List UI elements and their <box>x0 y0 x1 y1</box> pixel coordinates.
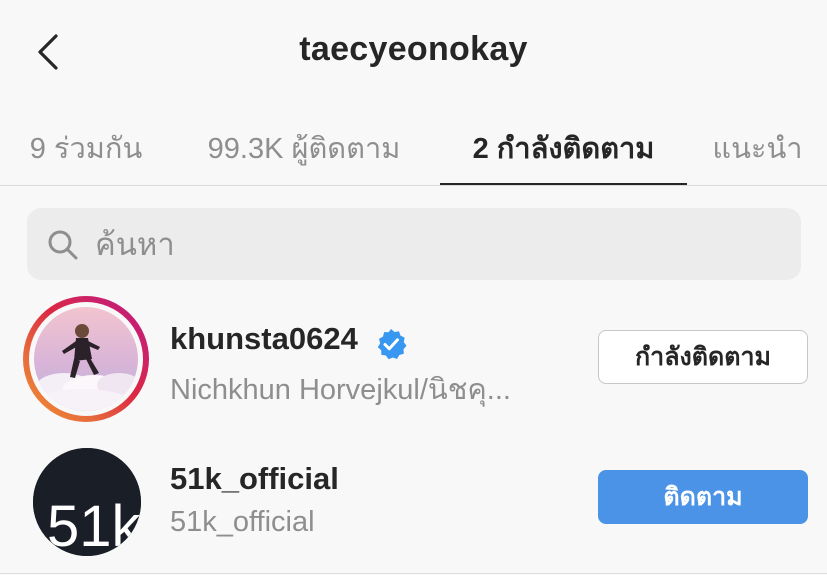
tab-bar: 9 ร่วมกัน 99.3K ผู้ติดตาม 2 กำลังติดตาม … <box>0 105 827 186</box>
tab-following[interactable]: 2 กำลังติดตาม <box>440 125 687 185</box>
avatar-logo-text: 51k <box>47 494 141 556</box>
account-username[interactable]: 51k_official <box>170 461 339 497</box>
following-list-item[interactable]: khunsta0624 Nichkhun Horvejkul/นิชคุ... … <box>0 290 827 422</box>
verified-badge-icon <box>377 329 407 360</box>
profile-photo-image <box>34 307 138 411</box>
follow-button[interactable]: ติดตาม <box>598 470 808 524</box>
divider <box>0 573 827 574</box>
tab-mutual[interactable]: 9 ร่วมกัน <box>25 125 147 185</box>
account-username[interactable]: khunsta0624 <box>170 321 358 357</box>
following-list-item[interactable]: 51k 51k_official 51k_official ติดตาม <box>0 440 827 570</box>
brand-logo-image: 51k <box>33 448 141 556</box>
tab-followers[interactable]: 99.3K ผู้ติดตาม <box>195 125 413 185</box>
search-bar[interactable] <box>27 208 801 280</box>
following-button[interactable]: กำลังติดตาม <box>598 330 808 384</box>
tab-suggested[interactable]: แนะนำ <box>710 125 805 185</box>
top-navigation-bar: taecyeonokay <box>0 0 827 105</box>
avatar[interactable]: 51k <box>33 448 141 556</box>
account-full-name: 51k_official <box>170 506 315 538</box>
search-input[interactable] <box>93 216 787 274</box>
avatar[interactable] <box>23 296 149 422</box>
account-full-name: Nichkhun Horvejkul/นิชคุ... <box>170 374 511 406</box>
avatar-photo <box>34 307 138 411</box>
page-title: taecyeonokay <box>299 30 528 68</box>
search-icon <box>48 230 78 260</box>
